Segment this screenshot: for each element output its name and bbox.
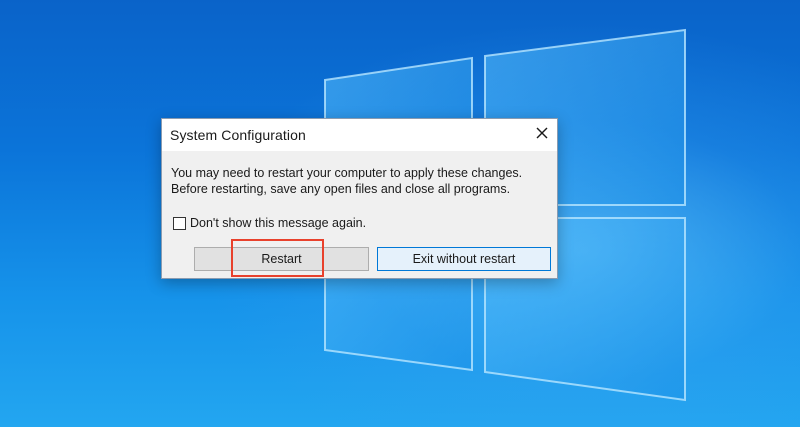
dont-show-again-row[interactable]: Don't show this message again. (173, 215, 366, 231)
exit-without-restart-button[interactable]: Exit without restart (377, 247, 551, 271)
message-line-1: You may need to restart your computer to… (171, 166, 523, 180)
close-icon (536, 127, 548, 139)
dialog-message: You may need to restart your computer to… (171, 165, 551, 197)
dont-show-again-checkbox[interactable] (173, 216, 186, 230)
dialog-title: System Configuration (170, 127, 306, 143)
close-button[interactable] (527, 119, 557, 147)
system-configuration-dialog: System Configuration You may need to res… (161, 118, 558, 279)
dont-show-again-label[interactable]: Don't show this message again. (190, 216, 366, 230)
dialog-titlebar: System Configuration (162, 119, 557, 151)
restart-button[interactable]: Restart (194, 247, 369, 271)
message-line-2: Before restarting, save any open files a… (171, 182, 511, 196)
